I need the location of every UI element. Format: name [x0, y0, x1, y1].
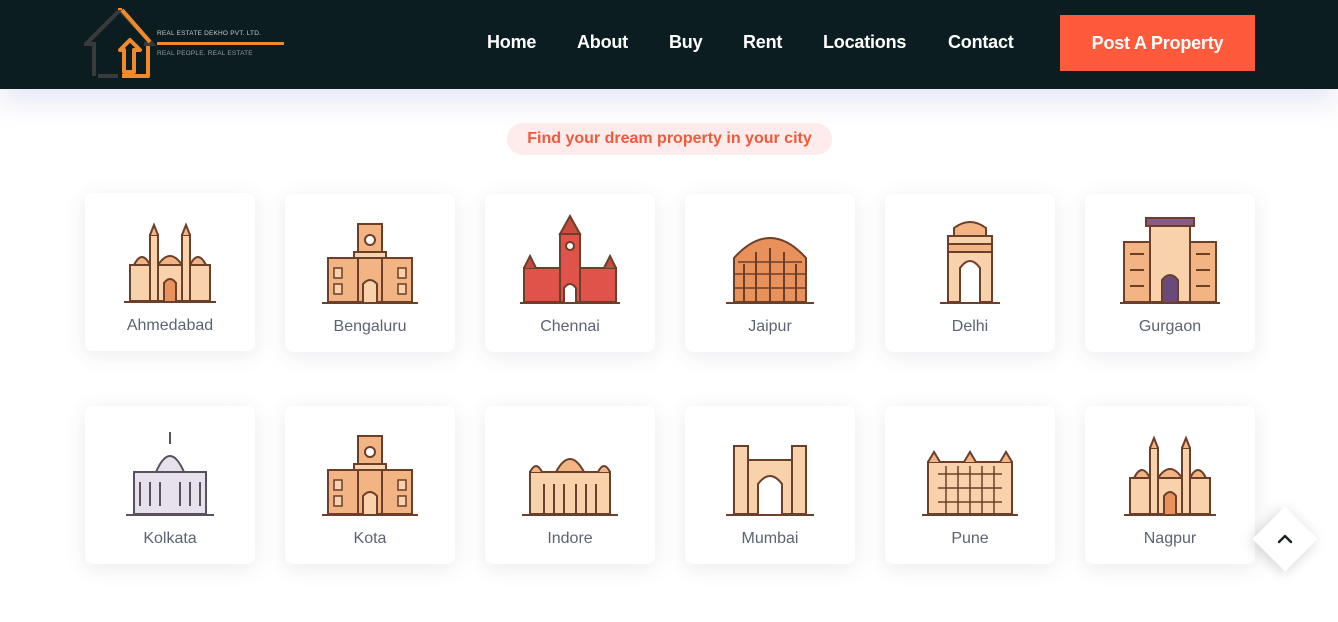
city-card[interactable]: Gurgaon: [1085, 194, 1255, 352]
post-property-button[interactable]: Post A Property: [1060, 15, 1255, 71]
nav-rent[interactable]: Rent: [743, 32, 782, 53]
nagpur-monument-icon: [1120, 426, 1220, 518]
delhi-monument-icon: [920, 214, 1020, 306]
city-name: Kota: [353, 530, 387, 547]
nav-locations[interactable]: Locations: [823, 32, 906, 53]
city-card[interactable]: Bengaluru: [285, 194, 455, 352]
city-card[interactable]: Pune: [885, 406, 1055, 564]
chennai-monument-icon: [520, 213, 620, 306]
city-name: Delhi: [951, 318, 989, 335]
company-logo[interactable]: REAL ESTATE DEKHO PVT. LTD. REAL PEOPLE.…: [84, 6, 289, 80]
nav-about[interactable]: About: [577, 32, 628, 53]
logo-divider: [157, 42, 284, 45]
city-name: Jaipur: [748, 318, 792, 335]
nav-home[interactable]: Home: [487, 32, 536, 53]
city-name: Bengaluru: [333, 318, 407, 335]
gurgaon-monument-icon: [1120, 214, 1220, 306]
house-logo-icon: [84, 7, 156, 78]
pune-monument-icon: [920, 426, 1020, 518]
scroll-to-top-button[interactable]: [1252, 506, 1318, 572]
city-card[interactable]: Kota: [285, 406, 455, 564]
city-name: Ahmedabad: [126, 317, 214, 334]
city-name: Indore: [547, 530, 593, 547]
kota-monument-icon: [320, 426, 420, 518]
site-header: REAL ESTATE DEKHO PVT. LTD. REAL PEOPLE.…: [0, 0, 1338, 89]
city-card[interactable]: Mumbai: [685, 406, 855, 564]
city-card[interactable]: Indore: [485, 406, 655, 564]
city-card[interactable]: Kolkata: [85, 406, 255, 564]
nav-contact[interactable]: Contact: [948, 32, 1014, 53]
city-name: Pune: [951, 530, 989, 547]
city-card[interactable]: Jaipur: [685, 194, 855, 352]
section-tag: Find your dream property in your city: [507, 123, 832, 155]
city-card[interactable]: Ahmedabad: [85, 193, 255, 351]
logo-tagline: REAL PEOPLE. REAL ESTATE: [157, 50, 253, 57]
logo-company-name: REAL ESTATE DEKHO PVT. LTD.: [157, 30, 262, 37]
kolkata-monument-icon: [120, 426, 220, 518]
indore-monument-icon: [520, 426, 620, 518]
city-name: Mumbai: [741, 530, 799, 547]
mumbai-monument-icon: [720, 426, 820, 518]
jaipur-monument-icon: [720, 214, 820, 306]
nav-buy[interactable]: Buy: [669, 32, 703, 53]
city-name: Chennai: [540, 318, 600, 335]
city-card[interactable]: Delhi: [885, 194, 1055, 352]
bengaluru-monument-icon: [320, 214, 420, 306]
city-card[interactable]: Nagpur: [1085, 406, 1255, 564]
chevron-up-icon: [1277, 534, 1293, 544]
ahmedabad-monument-icon: [120, 213, 220, 305]
city-card[interactable]: Chennai: [485, 194, 655, 352]
city-name: Gurgaon: [1138, 318, 1202, 335]
city-name: Kolkata: [143, 530, 197, 547]
city-name: Nagpur: [1143, 530, 1197, 547]
